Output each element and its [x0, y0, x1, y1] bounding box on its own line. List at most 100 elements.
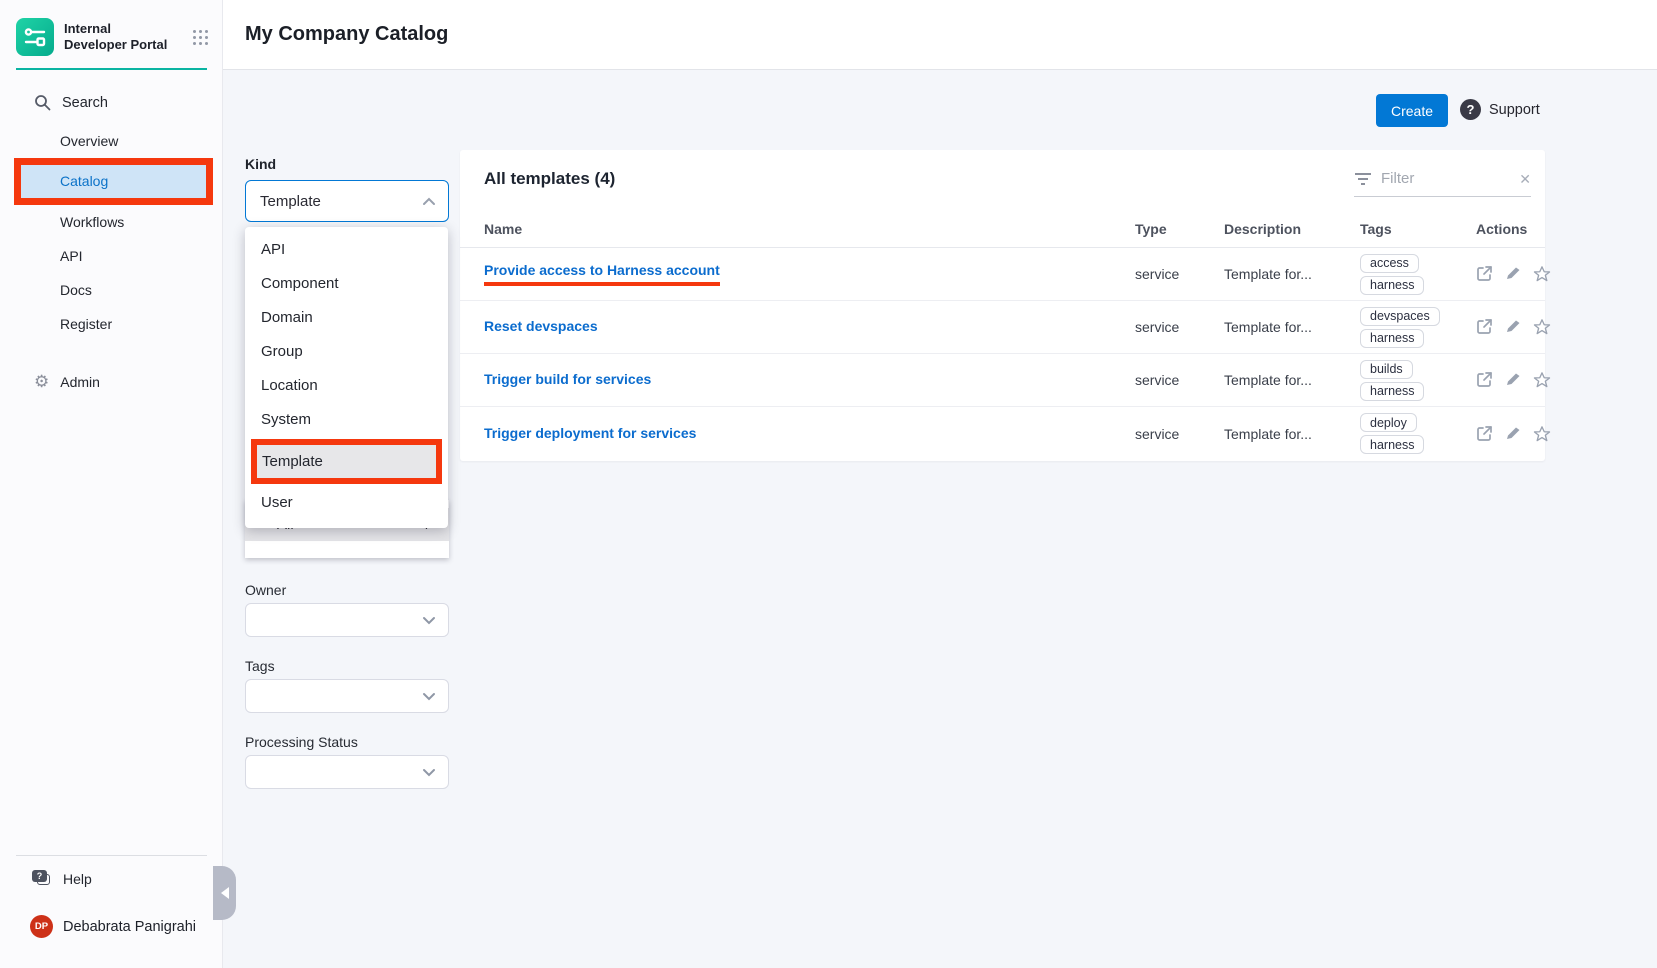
sidebar-item-overview[interactable]: Overview — [0, 124, 223, 158]
open-in-new-icon[interactable] — [1476, 265, 1493, 282]
tags-filter-label: Tags — [245, 658, 275, 674]
main-content: Create ? Support Kind Template APICompon… — [223, 70, 1657, 968]
col-actions: Actions — [1476, 221, 1545, 237]
processing-status-select[interactable] — [245, 755, 449, 789]
table-body: Provide access to Harness account servic… — [460, 248, 1545, 460]
open-in-new-icon[interactable] — [1476, 371, 1493, 388]
kind-select-value: Template — [260, 193, 321, 210]
sidebar-item-help[interactable]: ? Help — [32, 870, 92, 888]
help-label: Help — [63, 871, 92, 887]
top-bar: My Company Catalog — [223, 0, 1657, 70]
kind-option-template[interactable]: Template — [251, 439, 442, 484]
row-actions — [1476, 425, 1563, 443]
table-header-row: Name Type Description Tags Actions — [460, 210, 1545, 248]
tag-chip: harness — [1360, 382, 1424, 401]
row-tags: devspacesharness — [1360, 302, 1476, 353]
logo-row: Internal Developer Portal — [16, 18, 210, 56]
table-row: Provide access to Harness account servic… — [460, 248, 1545, 301]
row-actions — [1476, 318, 1563, 336]
edit-pencil-icon[interactable] — [1505, 371, 1521, 387]
col-type: Type — [1135, 221, 1224, 237]
apps-grid-icon[interactable] — [193, 30, 210, 45]
tag-chip: deploy — [1360, 413, 1417, 432]
avatar: DP — [30, 915, 53, 938]
kind-select[interactable]: Template — [245, 180, 449, 222]
sidebar: Internal Developer Portal Search Overvie… — [0, 0, 223, 968]
sidebar-nav: Overview Catalog Workflows API Docs Regi… — [0, 124, 223, 341]
create-button[interactable]: Create — [1376, 94, 1448, 127]
table-row: Reset devspaces service Template for... … — [460, 301, 1545, 354]
table-filter: ✕ — [1354, 170, 1531, 197]
gear-icon: ⚙ — [34, 372, 49, 392]
col-description: Description — [1224, 221, 1360, 237]
admin-label: Admin — [60, 374, 100, 390]
brand-divider — [16, 68, 207, 70]
page-title: My Company Catalog — [245, 23, 448, 46]
sidebar-search[interactable]: Search — [34, 94, 108, 111]
chevron-down-icon — [422, 616, 436, 625]
tag-chip: harness — [1360, 276, 1424, 295]
edit-pencil-icon[interactable] — [1505, 318, 1521, 334]
kind-option-location[interactable]: Location — [245, 369, 448, 403]
sidebar-item-api[interactable]: API — [0, 239, 223, 273]
edit-pencil-icon[interactable] — [1505, 265, 1521, 281]
star-icon[interactable] — [1533, 425, 1551, 443]
kind-option-domain[interactable]: Domain — [245, 301, 448, 335]
row-actions — [1476, 371, 1563, 389]
star-icon[interactable] — [1533, 371, 1551, 389]
row-name-link[interactable]: Reset devspaces — [484, 318, 598, 334]
kind-option-label: Component — [261, 275, 339, 292]
chevron-down-icon — [422, 692, 436, 701]
row-type: service — [1135, 319, 1224, 335]
row-name-link[interactable]: Provide access to Harness account — [484, 262, 720, 286]
tags-select[interactable] — [245, 679, 449, 713]
kind-option-system[interactable]: System — [245, 403, 448, 437]
search-label: Search — [62, 95, 108, 111]
kind-option-user[interactable]: User — [245, 486, 448, 520]
support-label: Support — [1489, 102, 1540, 118]
app-title: Internal Developer Portal — [64, 18, 176, 53]
kind-option-component[interactable]: Component — [245, 267, 448, 301]
sidebar-item-catalog[interactable]: Catalog — [21, 165, 206, 198]
row-tags: deploy harness — [1360, 408, 1476, 459]
tag-chip: harness — [1360, 435, 1424, 454]
row-description: Template for... — [1224, 319, 1360, 335]
sidebar-item-docs[interactable]: Docs — [0, 273, 223, 307]
row-tags: builds harness — [1360, 355, 1476, 406]
row-description: Template for... — [1224, 426, 1360, 442]
kind-option-api[interactable]: API — [245, 233, 448, 267]
open-in-new-icon[interactable] — [1476, 318, 1493, 335]
kind-option-label: System — [261, 411, 311, 428]
table-filter-input[interactable] — [1381, 170, 1510, 187]
kind-option-group[interactable]: Group — [245, 335, 448, 369]
sidebar-collapse-handle[interactable] — [213, 866, 236, 920]
row-actions — [1476, 265, 1563, 283]
owner-filter-label: Owner — [245, 582, 286, 598]
tag-chip: builds — [1360, 360, 1413, 379]
user-menu[interactable]: DP Debabrata Panigrahi — [30, 915, 196, 938]
app-root: Internal Developer Portal Search Overvie… — [0, 0, 1657, 968]
search-icon — [34, 94, 51, 111]
clear-filter-icon[interactable]: ✕ — [1519, 172, 1531, 186]
edit-pencil-icon[interactable] — [1505, 425, 1521, 441]
star-icon[interactable] — [1533, 265, 1551, 283]
row-name-link[interactable]: Trigger deployment for services — [484, 425, 696, 441]
tag-chip: devspaces — [1360, 307, 1440, 326]
open-in-new-icon[interactable] — [1476, 425, 1493, 442]
row-type: service — [1135, 266, 1224, 282]
sidebar-item-admin[interactable]: ⚙ Admin — [34, 372, 100, 392]
kind-option-label: API — [261, 241, 285, 258]
help-chat-icon: ? — [32, 870, 52, 888]
table-row: Trigger build for services service Templ… — [460, 354, 1545, 407]
row-description: Template for... — [1224, 266, 1360, 282]
row-name-link[interactable]: Trigger build for services — [484, 371, 651, 387]
sidebar-item-register[interactable]: Register — [0, 307, 223, 341]
kind-dropdown: API Component DomainGroupLocation System Tem… — [245, 227, 448, 528]
sidebar-item-workflows[interactable]: Workflows — [0, 205, 223, 239]
support-button[interactable]: ? Support — [1460, 99, 1540, 120]
owner-select[interactable] — [245, 603, 449, 637]
row-type: service — [1135, 426, 1224, 442]
star-icon[interactable] — [1533, 318, 1551, 336]
table-row: Trigger deployment for services service … — [460, 407, 1545, 460]
col-tags: Tags — [1360, 221, 1476, 237]
